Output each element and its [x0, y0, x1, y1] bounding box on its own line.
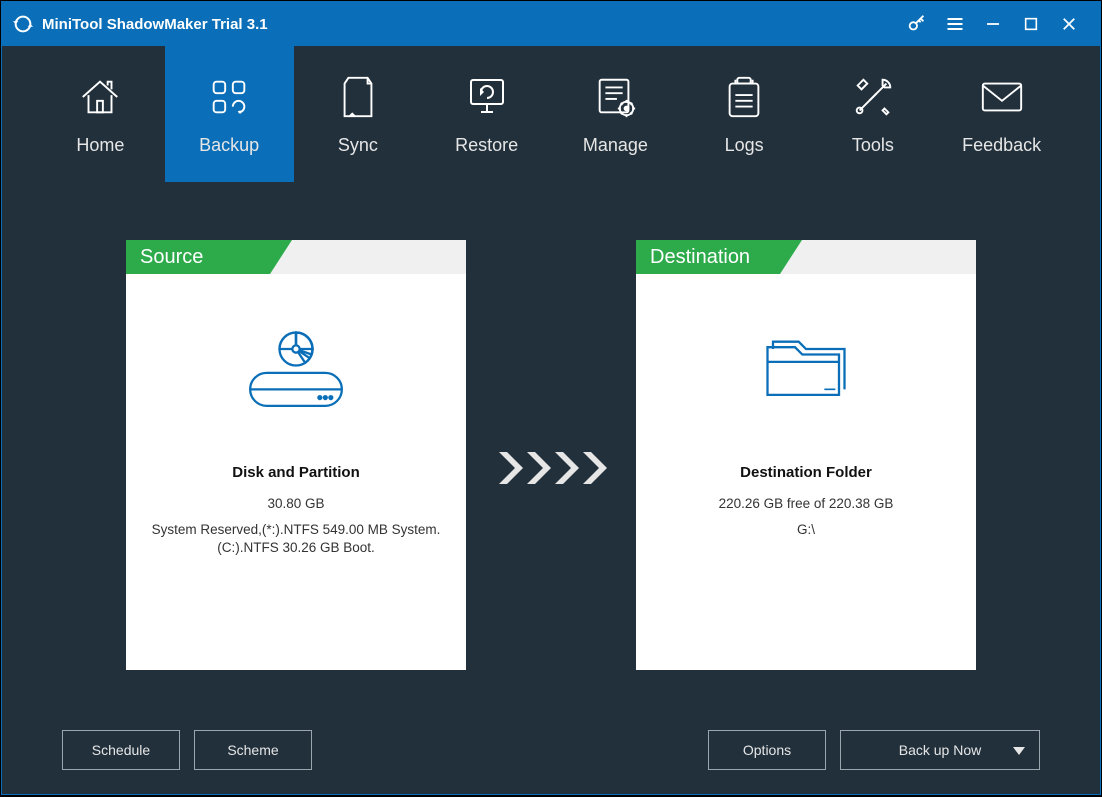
nav-logs[interactable]: Logs — [680, 46, 809, 182]
logs-icon — [723, 73, 765, 121]
nav-restore[interactable]: Restore — [422, 46, 551, 182]
arrows-icon — [466, 240, 636, 696]
nav-home[interactable]: Home — [36, 46, 165, 182]
nav-label: Tools — [852, 135, 894, 156]
source-tab: Source — [126, 240, 292, 274]
nav-manage[interactable]: Manage — [551, 46, 680, 182]
caret-down-icon — [1013, 742, 1025, 758]
source-size: 30.80 GB — [267, 495, 324, 513]
destination-path: G:\ — [797, 521, 815, 539]
nav-label: Logs — [725, 135, 764, 156]
feedback-icon — [979, 73, 1025, 121]
folder-icon — [751, 316, 861, 426]
app-logo-icon — [12, 13, 34, 35]
minimize-button[interactable] — [974, 2, 1012, 46]
source-card[interactable]: Source — [126, 240, 466, 670]
titlebar: MiniTool ShadowMaker Trial 3.1 — [2, 2, 1100, 46]
sync-icon — [337, 73, 379, 121]
scheme-button[interactable]: Scheme — [194, 730, 312, 770]
app-title: MiniTool ShadowMaker Trial 3.1 — [42, 16, 268, 33]
main-nav: Home Backup — [2, 46, 1100, 182]
source-details: System Reserved,(*:).NTFS 549.00 MB Syst… — [144, 521, 448, 557]
close-button[interactable] — [1050, 2, 1088, 46]
manage-icon — [592, 73, 638, 121]
menu-icon[interactable] — [936, 2, 974, 46]
schedule-button[interactable]: Schedule — [62, 730, 180, 770]
footer-bar: Schedule Scheme Options Back up Now — [62, 730, 1040, 770]
backup-now-button[interactable]: Back up Now — [840, 730, 1040, 770]
card-header: Destination — [636, 240, 976, 274]
destination-tab: Destination — [636, 240, 802, 274]
nav-sync[interactable]: Sync — [294, 46, 423, 182]
home-icon — [77, 73, 123, 121]
source-title: Disk and Partition — [232, 464, 360, 481]
disk-icon — [241, 316, 351, 426]
options-button[interactable]: Options — [708, 730, 826, 770]
tools-icon — [850, 73, 896, 121]
nav-label: Manage — [583, 135, 648, 156]
nav-label: Sync — [338, 135, 378, 156]
nav-feedback[interactable]: Feedback — [937, 46, 1066, 182]
maximize-button[interactable] — [1012, 2, 1050, 46]
nav-label: Feedback — [962, 135, 1041, 156]
app-window: MiniTool ShadowMaker Trial 3.1 — [1, 1, 1101, 795]
content-area: Source — [2, 182, 1100, 794]
backup-now-label: Back up Now — [899, 742, 981, 758]
destination-free: 220.26 GB free of 220.38 GB — [719, 495, 894, 513]
nav-tools[interactable]: Tools — [809, 46, 938, 182]
nav-label: Restore — [455, 135, 518, 156]
destination-card[interactable]: Destination Destination Folder 220.26 GB… — [636, 240, 976, 670]
nav-backup[interactable]: Backup — [165, 46, 294, 182]
nav-label: Backup — [199, 135, 259, 156]
key-icon[interactable] — [898, 2, 936, 46]
restore-icon — [463, 73, 511, 121]
destination-title: Destination Folder — [740, 464, 872, 481]
card-header: Source — [126, 240, 466, 274]
backup-icon — [206, 73, 252, 121]
nav-label: Home — [76, 135, 124, 156]
